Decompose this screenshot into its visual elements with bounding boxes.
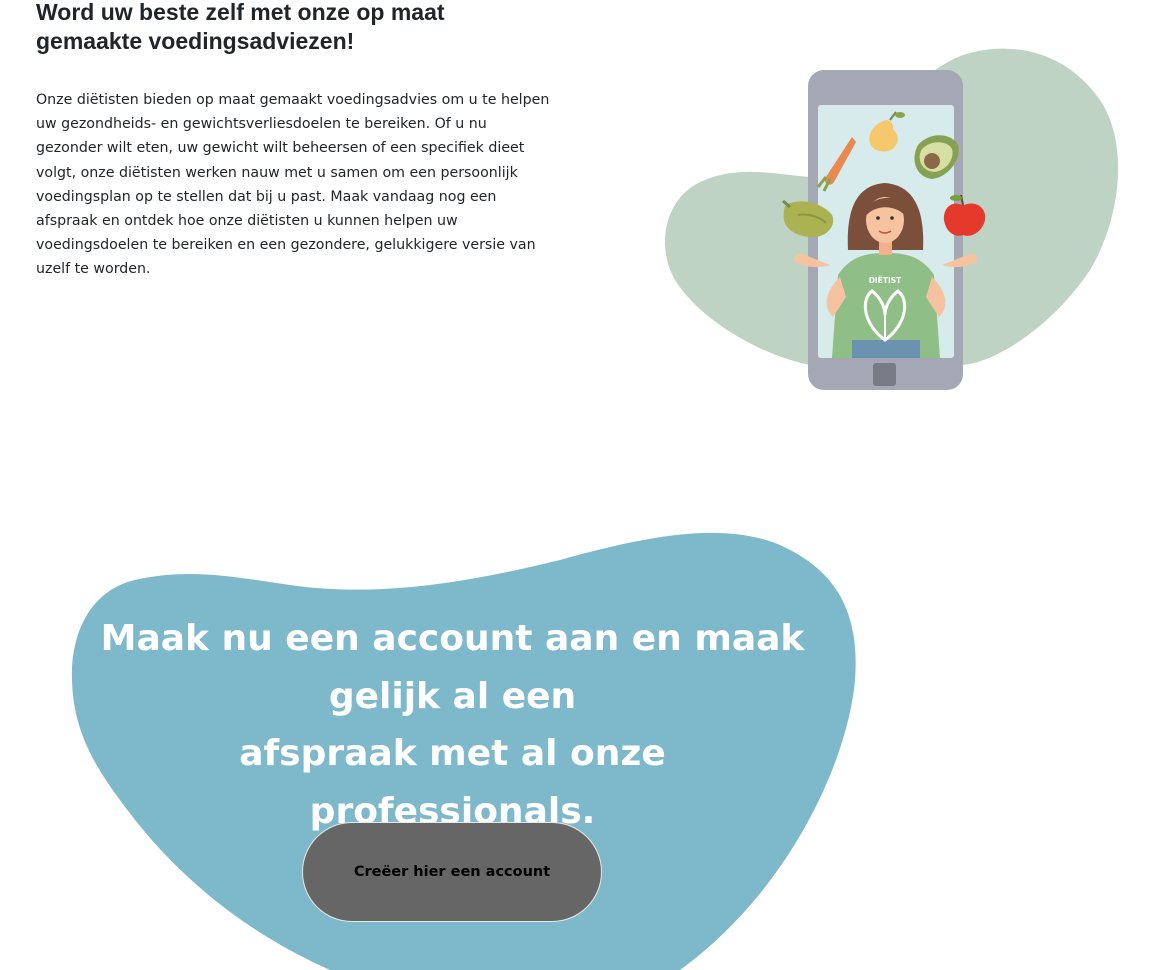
shirt-label: DIËTIST: [869, 276, 902, 285]
intro-heading: Word uw beste zelf met onze op maat gema…: [36, 0, 445, 54]
intro-paragraph: Onze diëtisten bieden op maat gemaakt vo…: [36, 92, 550, 278]
phone-home-button: [873, 363, 896, 386]
cta-heading-line-1: Maak nu een account aan en maak gelijk a…: [100, 618, 805, 717]
cta-heading: Maak nu een account aan en maak gelijk a…: [100, 610, 805, 840]
dietitian-illustration: DIËTIST: [665, 48, 1119, 390]
create-account-button[interactable]: Creëer hier een account: [302, 822, 602, 922]
